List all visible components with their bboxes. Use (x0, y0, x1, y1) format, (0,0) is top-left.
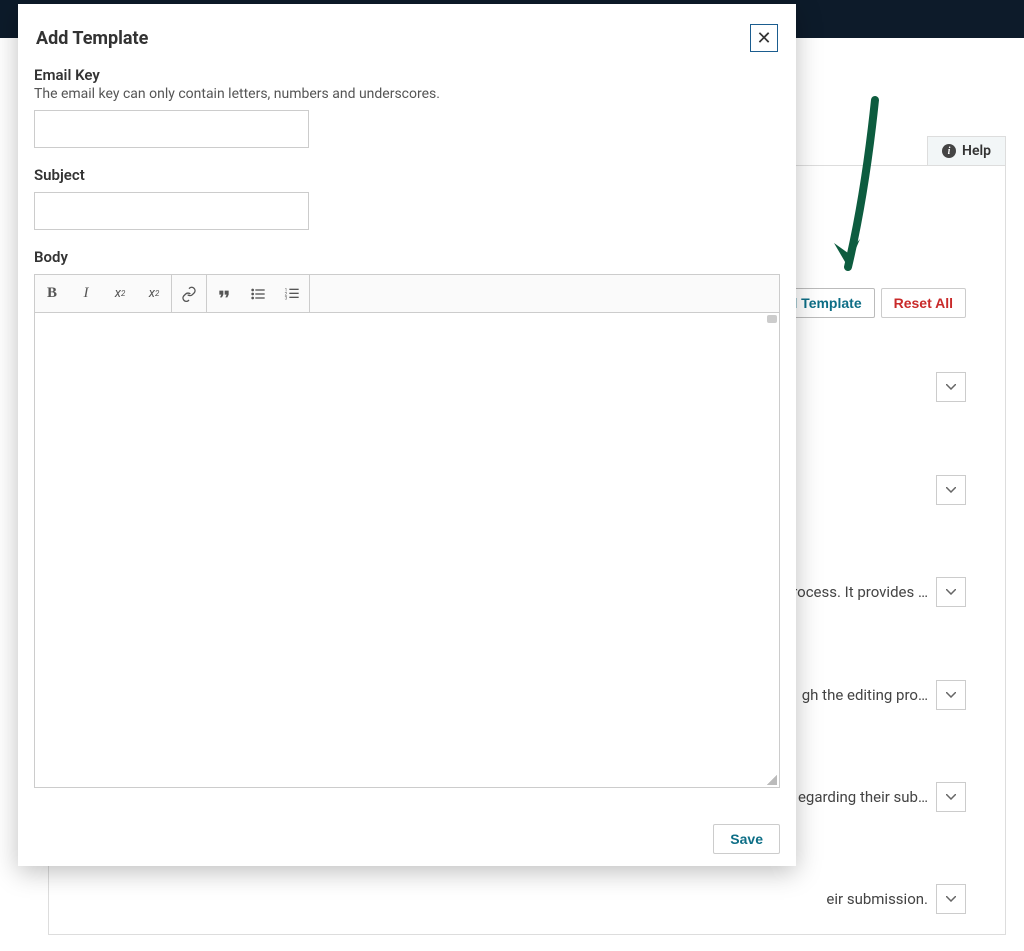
body-group: Body B I x2 x2 (34, 248, 780, 788)
link-icon (181, 286, 197, 302)
bullet-list-icon (250, 286, 266, 302)
subject-label: Subject (34, 166, 780, 184)
resize-handle[interactable] (767, 775, 777, 785)
close-icon: ✕ (756, 29, 771, 47)
svg-text:3: 3 (285, 295, 288, 301)
body-label: Body (34, 248, 780, 266)
modal-overlay: Add Template ✕ Email Key The email key c… (0, 0, 1024, 951)
scrollbar-thumb[interactable] (767, 315, 777, 323)
email-key-group: Email Key The email key can only contain… (34, 66, 780, 148)
subject-input[interactable] (34, 192, 309, 230)
quote-icon (216, 286, 232, 302)
link-button[interactable] (172, 275, 206, 312)
numbered-list-button[interactable]: 123 (275, 275, 309, 312)
body-editor[interactable] (34, 312, 780, 788)
quote-button[interactable] (207, 275, 241, 312)
bold-button[interactable]: B (35, 275, 69, 312)
italic-button[interactable]: I (69, 275, 103, 312)
modal-header: Add Template ✕ (34, 20, 780, 66)
add-template-modal: Add Template ✕ Email Key The email key c… (18, 4, 796, 866)
bullet-list-button[interactable] (241, 275, 275, 312)
modal-footer: Save (34, 788, 780, 854)
subject-group: Subject (34, 166, 780, 230)
close-button[interactable]: ✕ (750, 24, 778, 52)
email-key-hint: The email key can only contain letters, … (34, 86, 780, 102)
superscript-button[interactable]: x2 (103, 275, 137, 312)
modal-title: Add Template (36, 28, 148, 49)
email-key-input[interactable] (34, 110, 309, 148)
save-button[interactable]: Save (713, 824, 780, 854)
editor-toolbar: B I x2 x2 (34, 274, 780, 312)
subscript-button[interactable]: x2 (137, 275, 171, 312)
numbered-list-icon: 123 (284, 286, 300, 302)
email-key-label: Email Key (34, 66, 780, 84)
